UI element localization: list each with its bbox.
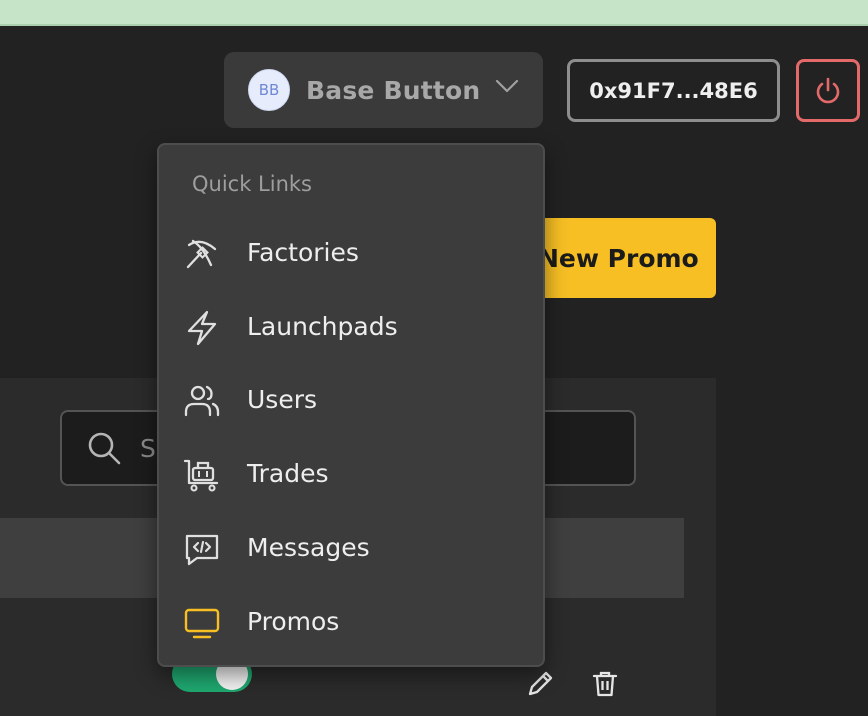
avatar: BB bbox=[248, 69, 290, 111]
disconnect-button[interactable] bbox=[796, 59, 860, 122]
browser-top-strip bbox=[0, 0, 868, 26]
menu-item-trades[interactable]: Trades bbox=[159, 444, 543, 504]
wallet-address: 0x91F7...48E6 bbox=[589, 78, 758, 103]
search-icon bbox=[88, 432, 121, 465]
menu-item-label: Trades bbox=[247, 459, 329, 488]
pickaxe-icon bbox=[186, 239, 217, 269]
monitor-icon bbox=[184, 608, 220, 639]
wallet-address-button[interactable]: 0x91F7...48E6 bbox=[567, 59, 780, 122]
menu-item-promos[interactable]: Promos bbox=[159, 592, 543, 652]
chevron-down-icon bbox=[495, 79, 519, 93]
pencil-icon[interactable] bbox=[524, 668, 556, 700]
menu-item-label: Users bbox=[247, 385, 318, 414]
quick-links-title: Quick Links bbox=[192, 172, 313, 196]
users-icon bbox=[184, 385, 220, 417]
user-name: Base Button bbox=[306, 75, 481, 105]
new-promo-label: New Promo bbox=[538, 243, 699, 273]
menu-item-messages[interactable]: Messages bbox=[159, 518, 543, 578]
cart-icon bbox=[183, 459, 219, 492]
menu-item-users[interactable]: Users bbox=[159, 370, 543, 430]
power-icon bbox=[816, 77, 840, 103]
menu-item-label: Promos bbox=[247, 607, 340, 636]
message-code-icon bbox=[185, 534, 219, 566]
menu-item-label: Factories bbox=[247, 238, 359, 267]
menu-item-launchpads[interactable]: Launchpads bbox=[159, 297, 543, 357]
user-menu-button[interactable]: BB Base Button bbox=[224, 52, 543, 128]
menu-item-label: Messages bbox=[247, 533, 370, 562]
menu-item-factories[interactable]: Factories bbox=[159, 223, 543, 283]
menu-item-label: Launchpads bbox=[247, 312, 398, 341]
quick-links-menu: Quick Links Factories Launchpads Users T… bbox=[157, 143, 545, 667]
trash-icon[interactable] bbox=[590, 668, 620, 700]
new-promo-button[interactable]: New Promo bbox=[520, 218, 716, 298]
search-text: S bbox=[140, 433, 156, 463]
lightning-icon bbox=[187, 310, 217, 346]
